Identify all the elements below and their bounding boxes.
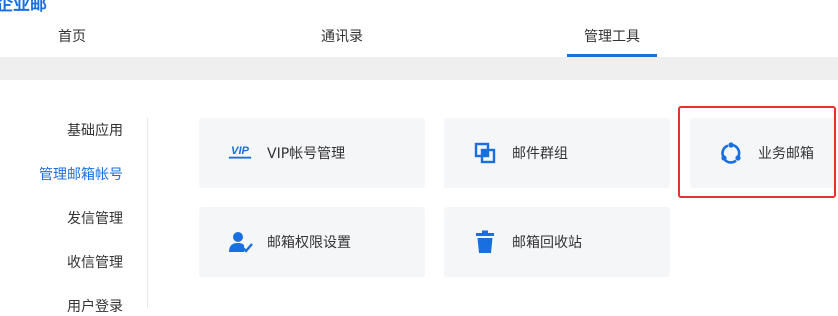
card-mailbox-permission-settings-label: 邮箱权限设置 — [267, 235, 351, 251]
header-divider-band — [0, 57, 838, 80]
sidebar-item-send-management[interactable]: 发信管理 — [67, 208, 123, 228]
card-vip-account-management-label: VIP帐号管理 — [267, 146, 346, 162]
card-mail-group[interactable]: 邮件群组 — [444, 118, 670, 188]
tab-contacts[interactable]: 通讯录 — [300, 17, 384, 57]
top-navigation: 首页 通讯录 管理工具 — [0, 17, 838, 57]
tab-home-label: 首页 — [58, 29, 86, 45]
sidebar-item-basic-apps[interactable]: 基础应用 — [67, 120, 123, 140]
card-mailbox-recycle-bin[interactable]: 邮箱回收站 — [444, 207, 670, 277]
user-permission-icon — [227, 229, 253, 255]
tab-contacts-label: 通讯录 — [321, 29, 363, 45]
sidebar-item-manage-accounts[interactable]: 管理邮箱帐号 — [39, 164, 123, 184]
tab-admin-tools-label: 管理工具 — [584, 29, 640, 45]
brand-logo-text: 企业邮 — [0, 0, 47, 15]
tab-home[interactable]: 首页 — [42, 17, 102, 57]
card-mail-group-label: 邮件群组 — [512, 146, 568, 162]
sidebar-item-receive-management[interactable]: 收信管理 — [67, 252, 123, 272]
svg-text:VIP: VIP — [231, 145, 250, 157]
card-mailbox-recycle-bin-label: 邮箱回收站 — [512, 235, 582, 251]
card-mailbox-permission-settings[interactable]: 邮箱权限设置 — [199, 207, 425, 277]
tab-admin-tools[interactable]: 管理工具 — [567, 17, 657, 57]
vip-icon: VIP — [227, 140, 253, 166]
sidebar-item-user-login[interactable]: 用户登录 — [67, 296, 123, 316]
group-icon — [472, 140, 498, 166]
highlight-box — [678, 106, 836, 198]
card-vip-account-management[interactable]: VIP VIP帐号管理 — [199, 118, 425, 188]
sidebar-divider — [147, 118, 148, 308]
trash-icon — [472, 229, 498, 255]
